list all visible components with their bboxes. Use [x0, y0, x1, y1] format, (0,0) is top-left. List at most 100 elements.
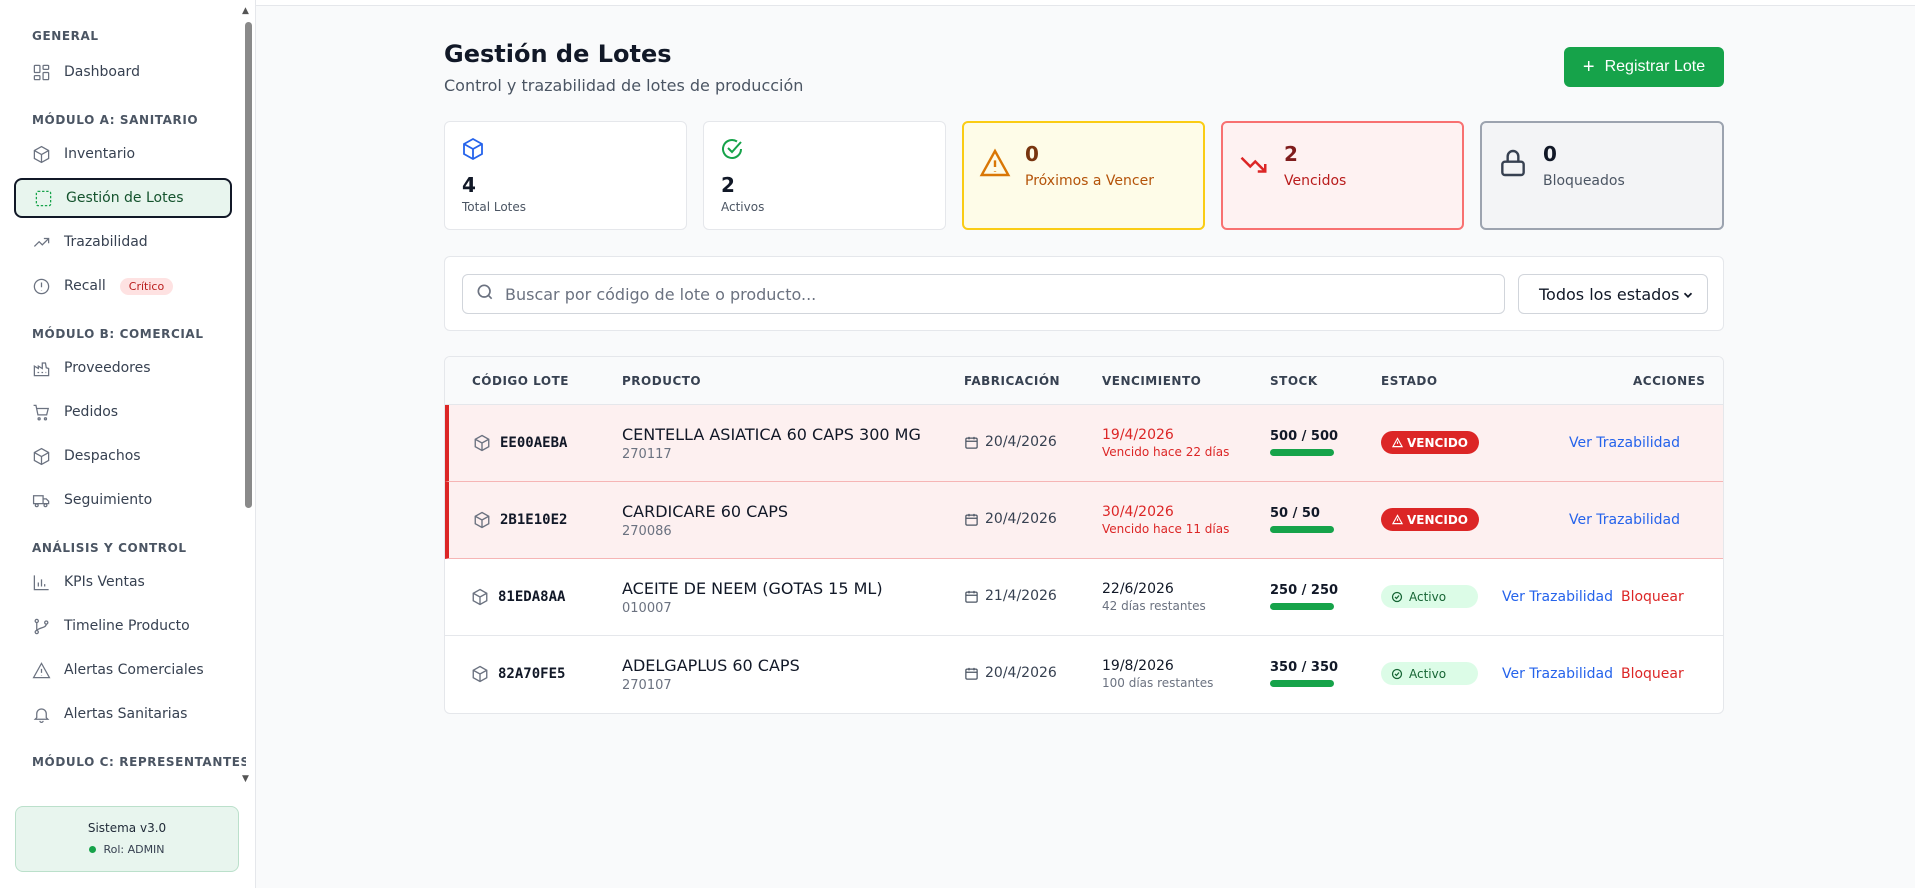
warning-icon: [31, 660, 51, 680]
page-subtitle: Control y trazabilidad de lotes de produ…: [444, 76, 804, 95]
view-traceability-link[interactable]: Ver Trazabilidad: [1569, 512, 1680, 528]
fabrication-date-text: 20/4/2026: [985, 434, 1057, 450]
bell-icon: [31, 704, 51, 724]
sidebar-item-label: Proveedores: [64, 360, 151, 376]
product-name: CARDICARE 60 CAPS: [622, 502, 789, 521]
status-badge: VENCIDO: [1381, 508, 1479, 531]
stat-card-proximos-vencer: 0 Próximos a Vencer: [962, 121, 1205, 230]
stock-cell: 250 / 250: [1270, 583, 1338, 610]
stat-card-activos: 2 Activos: [703, 121, 946, 230]
lot-code: EE00AEBA: [500, 435, 568, 451]
stock-bar: [1270, 449, 1334, 456]
stat-card-vencidos: 2 Vencidos: [1221, 121, 1464, 230]
sidebar-item-recall[interactable]: Recall Crítico: [14, 266, 232, 306]
sidebar-item-alertas-comerciales[interactable]: Alertas Comerciales: [14, 650, 232, 690]
view-traceability-link[interactable]: Ver Trazabilidad: [1502, 666, 1613, 682]
sidebar-item-label: KPIs Ventas: [64, 574, 145, 590]
product-cell: CARDICARE 60 CAPS 270086: [622, 502, 788, 539]
sidebar-item-pedidos[interactable]: Pedidos: [14, 392, 232, 432]
stat-label: Vencidos: [1284, 173, 1347, 189]
stat-label: Total Lotes: [462, 200, 526, 214]
lock-icon: [1497, 147, 1529, 183]
sidebar-item-alertas-sanitarias[interactable]: Alertas Sanitarias: [14, 694, 232, 734]
warning-icon: [1392, 437, 1404, 448]
sidebar-scrollbar-thumb[interactable]: [245, 22, 252, 508]
check-circle-icon: [720, 137, 744, 165]
warning-icon: [1392, 514, 1404, 525]
row-actions: Ver Trazabilidad Bloquear: [1502, 666, 1684, 682]
sidebar-item-label: Despachos: [64, 448, 141, 464]
package-icon: [31, 446, 51, 466]
expiry-date: 19/4/2026: [1102, 427, 1174, 443]
scroll-down-arrow[interactable]: ▼: [242, 774, 249, 784]
lot-code: 81EDA8AA: [498, 589, 566, 605]
table-row: 82A70FE5 ADELGAPLUS 60 CAPS 270107 20/4/…: [445, 636, 1723, 713]
block-lot-link[interactable]: Bloquear: [1621, 666, 1684, 682]
stat-card-total-lotes: 4 Total Lotes: [444, 121, 687, 230]
stock-text: 500 / 500: [1270, 429, 1339, 444]
stock-text: 250 / 250: [1270, 583, 1339, 598]
sidebar-section-sanitario: MÓDULO A: SANITARIO: [32, 113, 199, 127]
sidebar-item-dashboard[interactable]: Dashboard: [14, 52, 232, 92]
sidebar-section-representantes: MÓDULO C: REPRESENTANTES: [32, 755, 246, 769]
chevron-down-icon: [1681, 287, 1695, 306]
sidebar-item-label: Pedidos: [64, 404, 119, 420]
fabrication-date-text: 20/4/2026: [985, 511, 1057, 527]
user-role: Rol: ADMIN: [16, 843, 238, 856]
row-actions: Ver Trazabilidad Bloquear: [1502, 589, 1684, 605]
expiry-cell: 30/4/2026 Vencido hace 11 días: [1102, 504, 1229, 536]
block-lot-link[interactable]: Bloquear: [1621, 589, 1684, 605]
check-circle-icon: [1391, 668, 1403, 679]
plus-icon: +: [1582, 56, 1595, 78]
fabrication-date: 20/4/2026: [964, 665, 1057, 681]
column-header-estado: ESTADO: [1381, 374, 1438, 388]
stock-cell: 350 / 350: [1270, 660, 1338, 687]
bar-chart-icon: [31, 572, 51, 592]
register-lot-button[interactable]: + Registrar Lote: [1564, 47, 1724, 87]
fabrication-date-text: 21/4/2026: [985, 588, 1057, 604]
sidebar-section-analisis: ANÁLISIS Y CONTROL: [32, 541, 187, 555]
table-row: 2B1E10E2 CARDICARE 60 CAPS 270086 20/4/2…: [445, 482, 1723, 559]
stock-bar: [1270, 526, 1334, 533]
sidebar-item-trazabilidad[interactable]: Trazabilidad: [14, 222, 232, 262]
git-branch-icon: [31, 616, 51, 636]
sidebar-item-despachos[interactable]: Despachos: [14, 436, 232, 476]
view-traceability-link[interactable]: Ver Trazabilidad: [1569, 435, 1680, 451]
stock-bar: [1270, 680, 1334, 687]
sidebar-item-seguimiento[interactable]: Seguimiento: [14, 480, 232, 520]
sidebar-item-timeline-producto[interactable]: Timeline Producto: [14, 606, 232, 646]
alert-circle-icon: [31, 276, 51, 296]
trend-down-icon: [1238, 149, 1270, 183]
column-header-codigo: CÓDIGO LOTE: [472, 374, 569, 388]
search-input[interactable]: Buscar por código de lote o producto...: [462, 274, 1505, 314]
system-info-box: Sistema v3.0 Rol: ADMIN: [15, 806, 239, 872]
fabrication-date: 21/4/2026: [964, 588, 1057, 604]
expiry-note: Vencido hace 22 días: [1102, 445, 1230, 459]
column-header-acciones: ACCIONES: [1633, 374, 1706, 388]
dashboard-icon: [31, 62, 51, 82]
status-badge: VENCIDO: [1381, 431, 1479, 454]
role-label: Rol: ADMIN: [103, 843, 165, 856]
sidebar-item-gestion-lotes[interactable]: Gestión de Lotes: [14, 178, 232, 218]
status-filter-select[interactable]: Todos los estados: [1518, 274, 1708, 314]
sidebar-item-inventario[interactable]: Inventario: [14, 134, 232, 174]
sidebar-item-label: Alertas Sanitarias: [64, 706, 188, 722]
product-cell: CENTELLA ASIATICA 60 CAPS 300 MG 270117: [622, 425, 921, 462]
sidebar-item-proveedores[interactable]: Proveedores: [14, 348, 232, 388]
status-dot: [89, 846, 97, 853]
sidebar-item-label: Recall: [64, 278, 106, 294]
package-icon: [31, 144, 51, 164]
search-icon: [475, 282, 505, 306]
status-text: VENCIDO: [1407, 512, 1468, 527]
sidebar-item-kpis-ventas[interactable]: KPIs Ventas: [14, 562, 232, 602]
product-code: 010007: [622, 601, 672, 616]
stock-bar: [1270, 603, 1334, 610]
expiry-note: 42 días restantes: [1102, 599, 1206, 613]
lots-table: CÓDIGO LOTE PRODUCTO FABRICACIÓN VENCIMI…: [444, 356, 1724, 714]
table-header: CÓDIGO LOTE PRODUCTO FABRICACIÓN VENCIMI…: [445, 357, 1723, 405]
scroll-up-arrow[interactable]: ▲: [242, 6, 249, 16]
stock-cell: 50 / 50: [1270, 506, 1334, 533]
stat-value: 0: [1025, 142, 1039, 166]
view-traceability-link[interactable]: Ver Trazabilidad: [1502, 589, 1613, 605]
calendar-icon: [965, 513, 978, 526]
